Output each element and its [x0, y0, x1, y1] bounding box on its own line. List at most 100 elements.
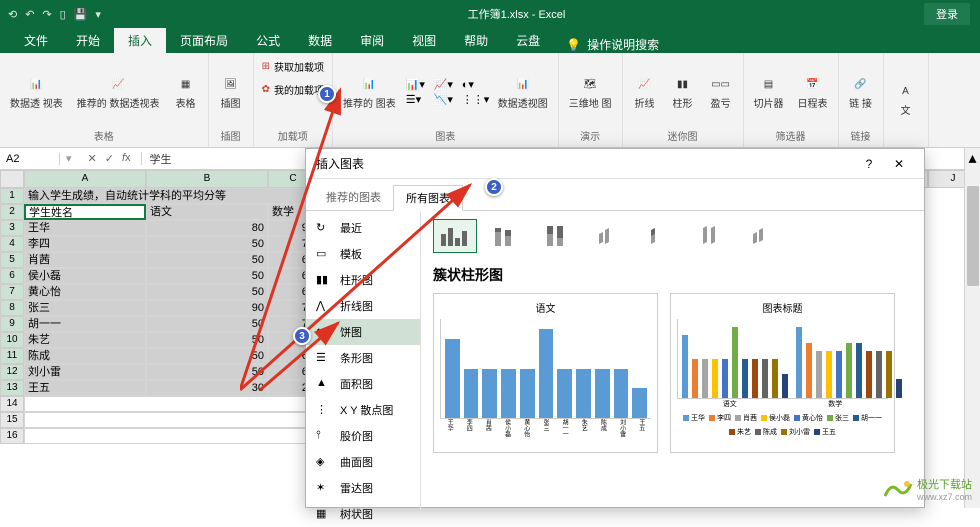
col-header-a[interactable]: A: [24, 170, 146, 188]
bar-chart-icon[interactable]: ☰▾: [406, 93, 432, 106]
tab-insert[interactable]: 插入: [114, 28, 166, 53]
pivot-table-button[interactable]: 📊数据透 视表: [6, 71, 67, 113]
login-button[interactable]: 登录: [924, 3, 970, 25]
cell[interactable]: 80: [146, 220, 268, 236]
chart-type-line[interactable]: ⋀折线图: [306, 293, 420, 319]
sparkline-col-button[interactable]: ▮▮柱形: [667, 71, 699, 113]
select-all-corner[interactable]: [0, 170, 24, 188]
rec-pivot-button[interactable]: 📈推荐的 数据透视表: [73, 71, 164, 113]
3d-clustered-subtype[interactable]: [589, 219, 633, 253]
timeline-button[interactable]: 📅日程表: [794, 71, 832, 113]
tab-review[interactable]: 审阅: [346, 28, 398, 53]
chart-type-stock[interactable]: ⫯股价图: [306, 423, 420, 449]
cell[interactable]: 刘小雷: [24, 364, 146, 380]
100-stacked-subtype[interactable]: [537, 219, 581, 253]
cell[interactable]: 50: [146, 332, 268, 348]
row-header[interactable]: 9: [0, 316, 24, 332]
cancel-icon[interactable]: ✕: [88, 152, 97, 165]
row-header[interactable]: 13: [0, 380, 24, 396]
chart-type-recent[interactable]: ↻最近: [306, 215, 420, 241]
preview-chart-2[interactable]: 图表标题 语文数学 王华李四肖茜侯小磊黄心怡张三胡一一朱艺陈成刘小雷王五: [670, 293, 895, 453]
chart-type-template[interactable]: ▭模板: [306, 241, 420, 267]
column-chart-icon[interactable]: 📊▾: [406, 78, 432, 91]
vertical-scrollbar[interactable]: ▴: [964, 148, 980, 508]
cell[interactable]: 90: [146, 300, 268, 316]
3d-column-subtype[interactable]: [745, 219, 789, 253]
cell[interactable]: 30: [146, 380, 268, 396]
cell[interactable]: 王五: [24, 380, 146, 396]
row-header[interactable]: 7: [0, 284, 24, 300]
pie-chart-icon[interactable]: ◐▾: [462, 78, 488, 91]
table-button[interactable]: ▦表格: [170, 71, 202, 113]
tell-me-search[interactable]: 💡 操作说明搜索: [566, 36, 659, 53]
tab-recommended[interactable]: 推荐的图表: [314, 185, 393, 210]
redo-icon[interactable]: ↷: [42, 8, 51, 21]
row-header[interactable]: 2: [0, 204, 24, 220]
rec-charts-button[interactable]: 📊推荐的 图表: [339, 71, 400, 113]
cell[interactable]: 50: [146, 252, 268, 268]
text-button[interactable]: A文: [890, 78, 922, 120]
cell[interactable]: 50: [146, 284, 268, 300]
row-header[interactable]: 12: [0, 364, 24, 380]
get-addins-button[interactable]: ⊞获取加载项: [260, 57, 326, 76]
tab-all-charts[interactable]: 所有图表: [393, 185, 463, 211]
preview-chart-1[interactable]: 语文 王华李四肖茜侯小磊黄心怡张三胡一一朱艺陈成刘小雷王五: [433, 293, 658, 453]
area-chart-icon[interactable]: 📉▾: [434, 93, 460, 106]
col-header-b[interactable]: B: [146, 170, 268, 188]
row-header[interactable]: 11: [0, 348, 24, 364]
chart-type-surface[interactable]: ◈曲面图: [306, 449, 420, 475]
pivot-chart-button[interactable]: 📊数据透视图: [494, 71, 552, 113]
3d-stacked-subtype[interactable]: [641, 219, 685, 253]
row-header[interactable]: 1: [0, 188, 24, 204]
undo-icon[interactable]: ↶: [25, 8, 34, 21]
cell[interactable]: 胡一一: [24, 316, 146, 332]
name-dropdown-icon[interactable]: ▾: [60, 152, 78, 165]
cell[interactable]: 陈成: [24, 348, 146, 364]
cell[interactable]: 侯小磊: [24, 268, 146, 284]
row-header[interactable]: 3: [0, 220, 24, 236]
name-box[interactable]: A2: [0, 153, 60, 165]
chart-type-pie[interactable]: ◐饼图: [306, 319, 420, 345]
chart-type-tree[interactable]: ▦树状图: [306, 501, 420, 527]
row-header[interactable]: 16: [0, 428, 24, 444]
slicer-button[interactable]: ▤切片器: [750, 71, 788, 113]
my-addins-button[interactable]: ✿我的加载项: [260, 80, 326, 99]
chart-type-area[interactable]: ▲面积图: [306, 371, 420, 397]
cell[interactable]: 肖茜: [24, 252, 146, 268]
chart-type-bar[interactable]: ☰条形图: [306, 345, 420, 371]
cell[interactable]: 输入学生成绩，自动统计学科的平均分等: [24, 188, 318, 204]
scatter-chart-icon[interactable]: ⋮⋮▾: [462, 93, 488, 106]
cell[interactable]: 50: [146, 316, 268, 332]
3d-map-button[interactable]: 🗺三维地 图: [565, 71, 616, 113]
row-header[interactable]: 6: [0, 268, 24, 284]
illustrations-button[interactable]: 🖼插图: [215, 71, 247, 113]
chart-type-xy[interactable]: ⋮X Y 散点图: [306, 397, 420, 423]
row-header[interactable]: 5: [0, 252, 24, 268]
link-button[interactable]: 🔗链 接: [845, 71, 877, 113]
save-icon[interactable]: 💾: [74, 8, 88, 21]
cell[interactable]: 王华: [24, 220, 146, 236]
stacked-column-subtype[interactable]: [485, 219, 529, 253]
qat-dropdown-icon[interactable]: ▾: [95, 8, 101, 21]
row-header[interactable]: 14: [0, 396, 24, 412]
autosave-icon[interactable]: ⟲: [8, 8, 17, 21]
row-header[interactable]: 15: [0, 412, 24, 428]
cell[interactable]: [24, 412, 318, 428]
tab-file[interactable]: 文件: [10, 28, 62, 53]
tab-layout[interactable]: 页面布局: [166, 28, 242, 53]
cell[interactable]: 张三: [24, 300, 146, 316]
open-icon[interactable]: ▯: [60, 8, 66, 21]
sparkline-line-button[interactable]: 📈折线: [629, 71, 661, 113]
cell[interactable]: 50: [146, 364, 268, 380]
cell[interactable]: 语文: [146, 204, 268, 220]
tab-data[interactable]: 数据: [294, 28, 346, 53]
cell[interactable]: 李四: [24, 236, 146, 252]
cell[interactable]: [24, 396, 318, 412]
clustered-column-subtype[interactable]: [433, 219, 477, 253]
cell[interactable]: 学生姓名: [24, 204, 146, 220]
tab-cloud[interactable]: 云盘: [502, 28, 554, 53]
row-header[interactable]: 8: [0, 300, 24, 316]
cell[interactable]: 50: [146, 268, 268, 284]
tab-formulas[interactable]: 公式: [242, 28, 294, 53]
cell[interactable]: 黄心怡: [24, 284, 146, 300]
